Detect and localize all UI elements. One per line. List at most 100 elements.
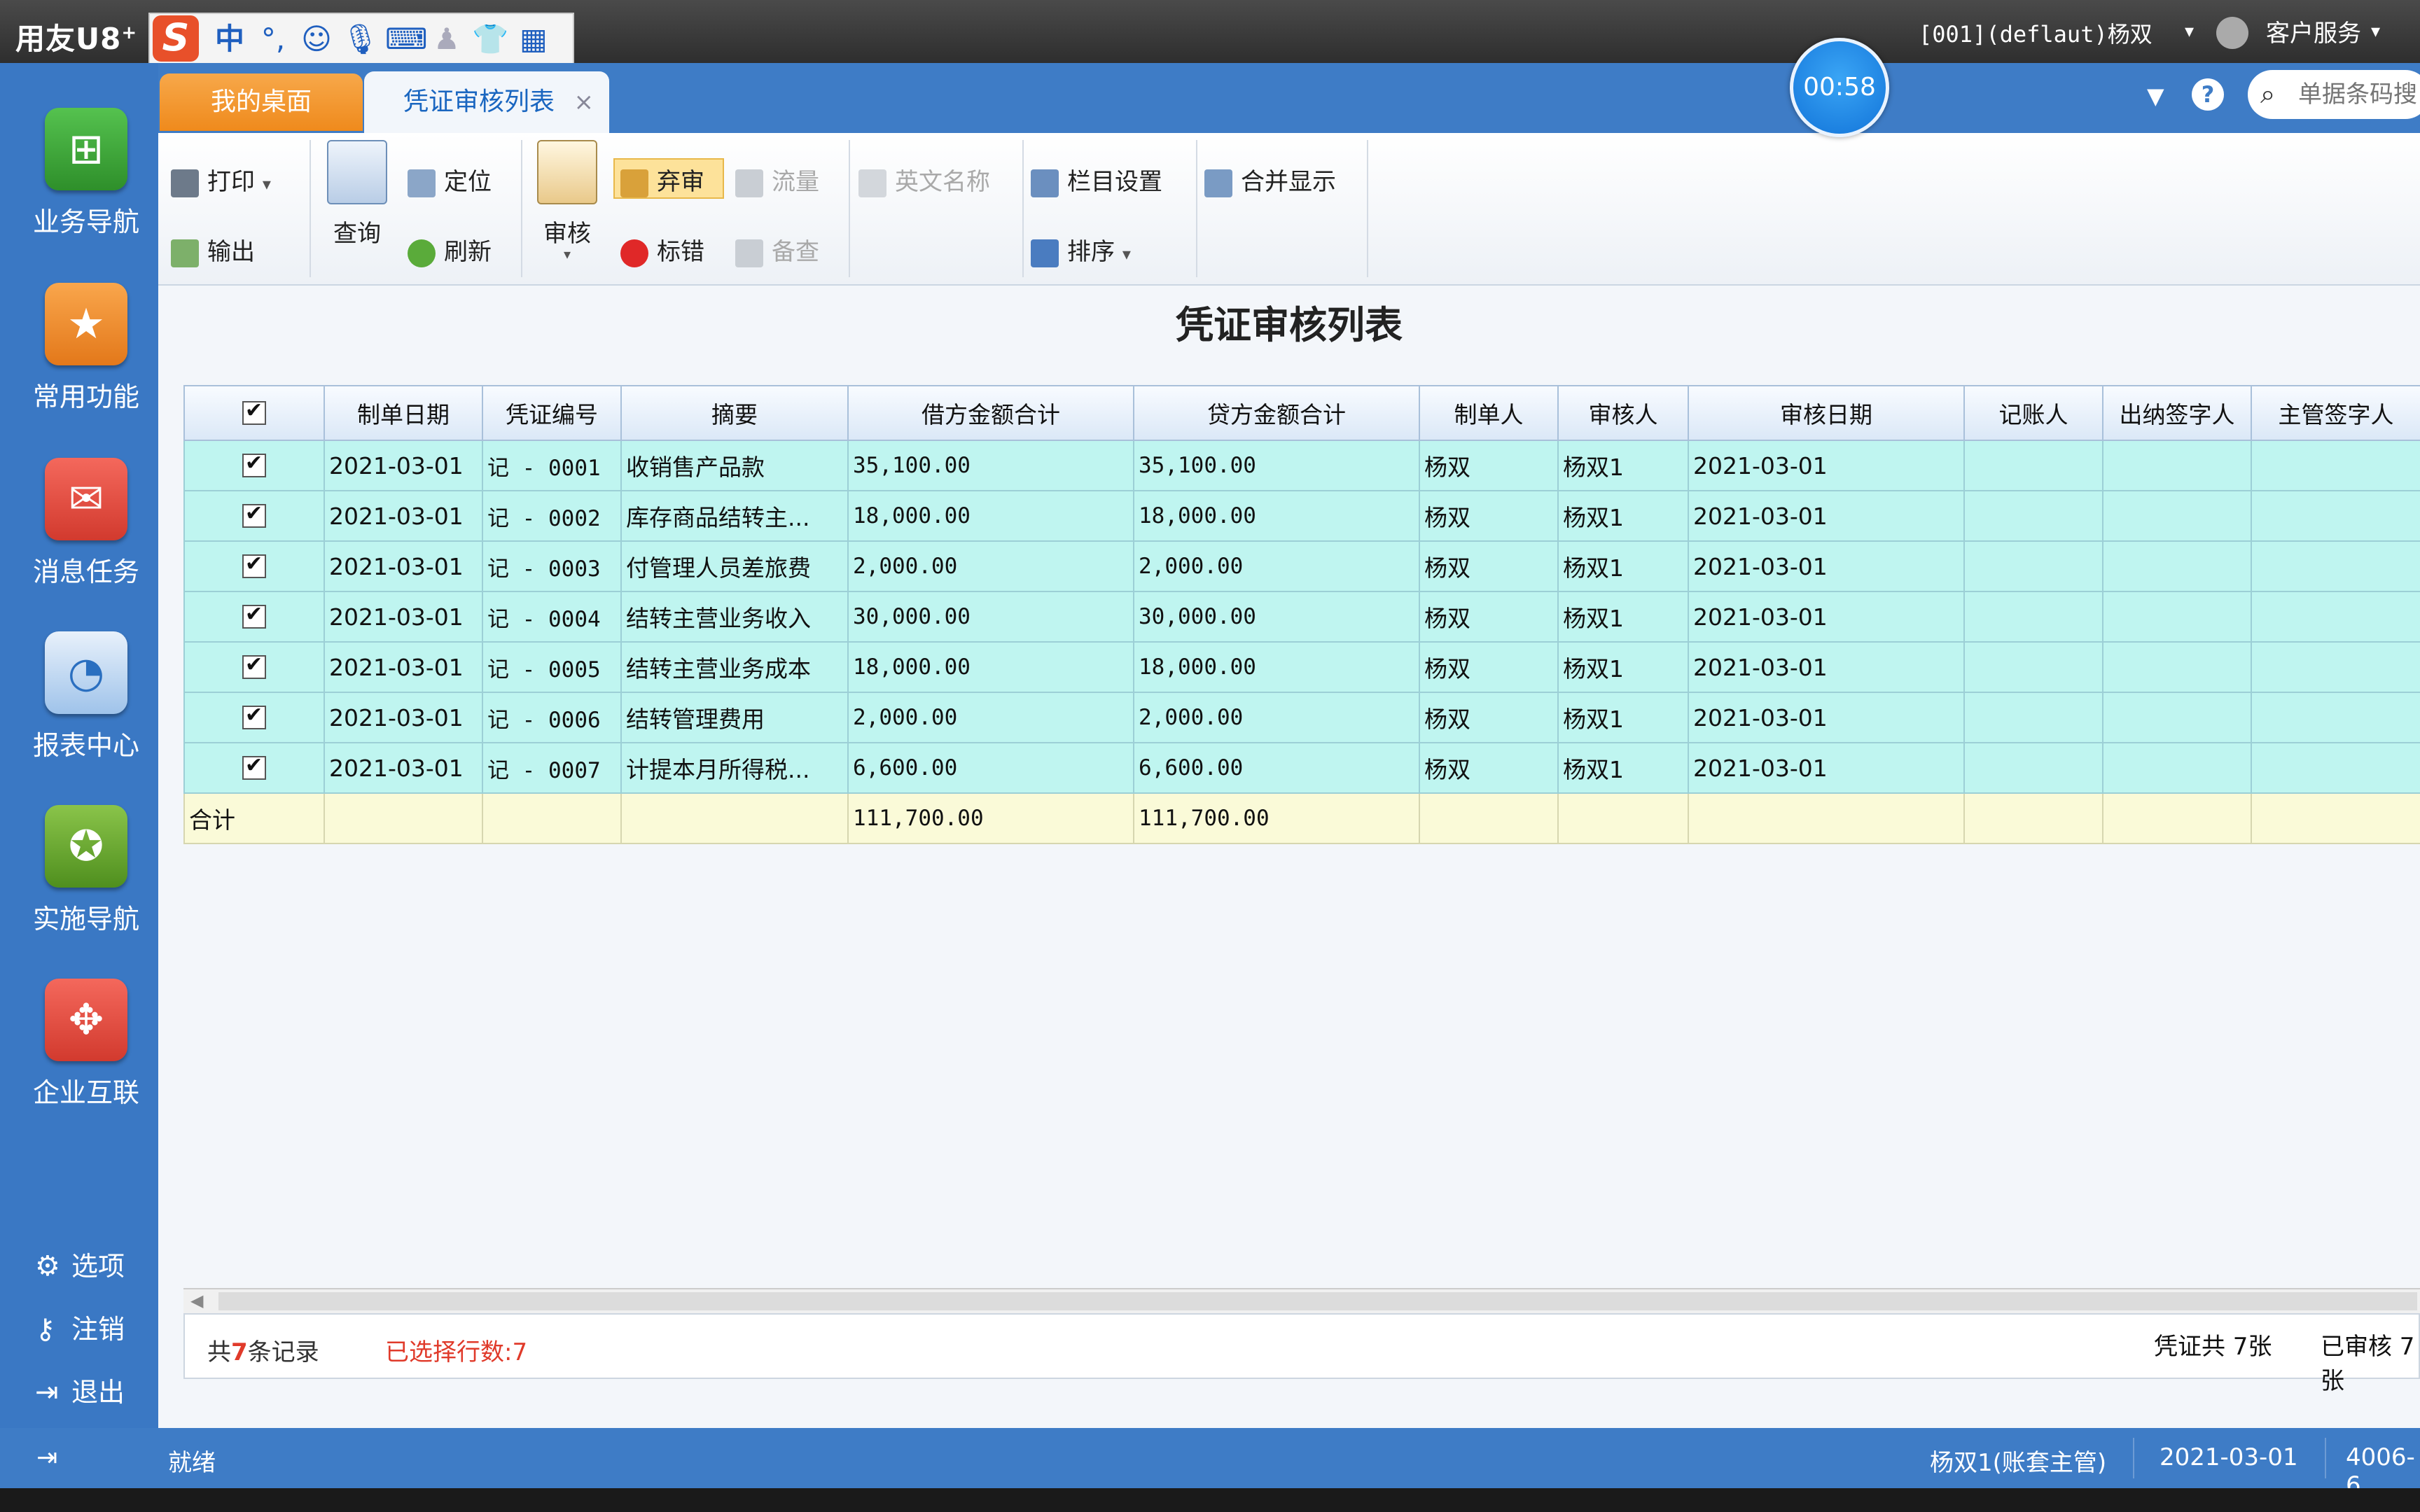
service-caret-icon[interactable]: ▾	[2371, 21, 2380, 42]
select-all-checkbox[interactable]: ✔	[183, 385, 325, 441]
cell-voucher-no[interactable]: 记 - 0005	[482, 641, 622, 693]
row-checkbox[interactable]: ✔	[183, 591, 325, 643]
search-input[interactable]	[2297, 77, 2420, 112]
tab-dropdown-icon[interactable]: ▼	[2147, 83, 2164, 109]
cell-bookkeeper[interactable]	[1963, 440, 2103, 491]
column-settings-button[interactable]: 栏目设置	[1031, 162, 1162, 197]
cell-date[interactable]: 2021-03-01	[324, 641, 483, 693]
cell-summary[interactable]: 计提本月所得税...	[620, 742, 849, 794]
cell-supervisor[interactable]	[2251, 540, 2420, 592]
column-header[interactable]: 制单人	[1419, 385, 1559, 441]
exit-button[interactable]: ⇥ 退出	[35, 1371, 125, 1409]
ime-s-icon[interactable]: S	[153, 15, 199, 62]
cell-audit-date[interactable]: 2021-03-01	[1688, 692, 1965, 743]
cell-bookkeeper[interactable]	[1963, 540, 2103, 592]
column-header[interactable]: 凭证编号	[482, 385, 622, 441]
cell-cashier[interactable]	[2102, 440, 2252, 491]
cell-supervisor[interactable]	[2251, 742, 2420, 794]
cell-auditor[interactable]: 杨双1	[1557, 692, 1689, 743]
cell-voucher-no[interactable]: 记 - 0006	[482, 692, 622, 743]
cell-credit[interactable]: 30,000.00	[1133, 591, 1420, 643]
cell-credit[interactable]: 2,000.00	[1133, 692, 1420, 743]
row-checkbox[interactable]: ✔	[183, 742, 325, 794]
cell-maker[interactable]: 杨双	[1419, 742, 1559, 794]
cell-cashier[interactable]	[2102, 540, 2252, 592]
table-row[interactable]: ✔ 2021-03-01 记 - 0003 付管理人员差旅费 2,000.00 …	[183, 540, 2420, 592]
scrollbar-thumb[interactable]	[218, 1292, 2417, 1310]
cell-debit[interactable]: 30,000.00	[847, 591, 1134, 643]
sidebar-item-messages[interactable]: ✉ 消息任务	[14, 458, 158, 589]
cell-credit[interactable]: 2,000.00	[1133, 540, 1420, 592]
cell-maker[interactable]: 杨双	[1419, 591, 1559, 643]
cell-debit[interactable]: 2,000.00	[847, 692, 1134, 743]
english-name-button[interactable]: 英文名称	[858, 162, 990, 197]
column-header[interactable]: 摘要	[620, 385, 849, 441]
logout-button[interactable]: ⚷ 注销	[35, 1308, 125, 1346]
cell-voucher-no[interactable]: 记 - 0004	[482, 591, 622, 643]
cell-audit-date[interactable]: 2021-03-01	[1688, 742, 1965, 794]
export-button[interactable]: 输出	[171, 232, 255, 267]
cell-date[interactable]: 2021-03-01	[324, 591, 483, 643]
cell-credit[interactable]: 18,000.00	[1133, 641, 1420, 693]
horizontal-scrollbar[interactable]: ◀	[183, 1288, 2420, 1313]
cell-audit-date[interactable]: 2021-03-01	[1688, 591, 1965, 643]
row-checkbox[interactable]: ✔	[183, 692, 325, 743]
grid-icon[interactable]: ▦	[515, 21, 552, 57]
table-row[interactable]: ✔ 2021-03-01 记 - 0007 计提本月所得税... 6,600.0…	[183, 742, 2420, 794]
tab-my-desktop[interactable]: 我的桌面	[160, 74, 363, 131]
help-icon[interactable]: ?	[2192, 78, 2224, 111]
column-header[interactable]: 审核日期	[1688, 385, 1965, 441]
refresh-button[interactable]: 刷新	[408, 232, 492, 267]
cell-bookkeeper[interactable]	[1963, 641, 2103, 693]
tab-voucher-audit-list[interactable]: 凭证审核列表 ×	[364, 71, 609, 133]
row-checkbox[interactable]: ✔	[183, 490, 325, 542]
column-header[interactable]: 审核人	[1557, 385, 1689, 441]
backup-button[interactable]: 备查	[735, 232, 819, 267]
cell-date[interactable]: 2021-03-01	[324, 742, 483, 794]
flow-button[interactable]: 流量	[735, 162, 819, 197]
sidebar-item-favorites[interactable]: ★ 常用功能	[14, 283, 158, 414]
row-checkbox[interactable]: ✔	[183, 440, 325, 491]
cell-summary[interactable]: 结转主营业务收入	[620, 591, 849, 643]
cell-maker[interactable]: 杨双	[1419, 490, 1559, 542]
cell-auditor[interactable]: 杨双1	[1557, 540, 1689, 592]
column-header[interactable]: 借方金额合计	[847, 385, 1134, 441]
cell-cashier[interactable]	[2102, 490, 2252, 542]
mark-error-button[interactable]: 标错	[620, 232, 704, 267]
cell-date[interactable]: 2021-03-01	[324, 540, 483, 592]
table-row[interactable]: ✔ 2021-03-01 记 - 0006 结转管理费用 2,000.00 2,…	[183, 692, 2420, 743]
audit-caret-icon[interactable]: ▾	[532, 246, 602, 262]
cell-supervisor[interactable]	[2251, 591, 2420, 643]
customer-service[interactable]: 客户服务	[2266, 14, 2361, 48]
cell-bookkeeper[interactable]	[1963, 742, 2103, 794]
cell-date[interactable]: 2021-03-01	[324, 692, 483, 743]
cell-cashier[interactable]	[2102, 591, 2252, 643]
timer-badge[interactable]: 00:58	[1790, 38, 1889, 137]
user-icon[interactable]: ♟	[429, 21, 465, 57]
cell-voucher-no[interactable]: 记 - 0001	[482, 440, 622, 491]
scroll-left-icon[interactable]: ◀	[190, 1291, 203, 1310]
cell-voucher-no[interactable]: 记 - 0007	[482, 742, 622, 794]
sort-button[interactable]: 排序 ▾	[1031, 232, 1131, 267]
cell-debit[interactable]: 18,000.00	[847, 641, 1134, 693]
column-header[interactable]: 主管签字人	[2251, 385, 2420, 441]
print-button[interactable]: 打印 ▾	[171, 162, 271, 197]
cell-auditor[interactable]: 杨双1	[1557, 742, 1689, 794]
cell-cashier[interactable]	[2102, 742, 2252, 794]
emoji-icon[interactable]: ☺	[298, 21, 335, 57]
cell-summary[interactable]: 付管理人员差旅费	[620, 540, 849, 592]
print-caret-icon[interactable]: ▾	[263, 174, 271, 194]
cell-auditor[interactable]: 杨双1	[1557, 591, 1689, 643]
table-row[interactable]: ✔ 2021-03-01 记 - 0002 库存商品结转主... 18,000.…	[183, 490, 2420, 542]
cell-maker[interactable]: 杨双	[1419, 540, 1559, 592]
column-header[interactable]: 记账人	[1963, 385, 2103, 441]
cell-audit-date[interactable]: 2021-03-01	[1688, 540, 1965, 592]
cell-supervisor[interactable]	[2251, 440, 2420, 491]
cell-summary[interactable]: 收销售产品款	[620, 440, 849, 491]
cell-auditor[interactable]: 杨双1	[1557, 490, 1689, 542]
sort-caret-icon[interactable]: ▾	[1122, 244, 1131, 264]
cell-supervisor[interactable]	[2251, 490, 2420, 542]
sidebar-item-enterprise[interactable]: ✥ 企业互联	[14, 979, 158, 1110]
cell-bookkeeper[interactable]	[1963, 490, 2103, 542]
cell-summary[interactable]: 库存商品结转主...	[620, 490, 849, 542]
